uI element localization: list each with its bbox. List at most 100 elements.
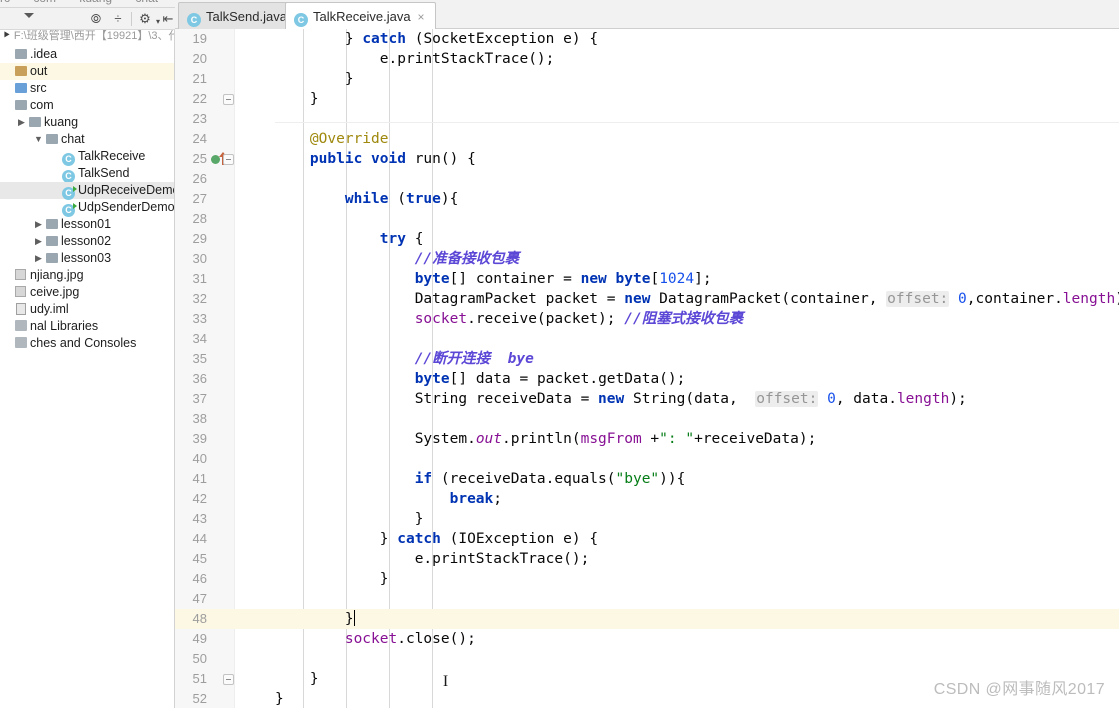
line-code: byte[] data = packet.getData(); bbox=[414, 371, 686, 387]
breadcrumb-item-kuang[interactable]: kuang bbox=[79, 0, 112, 5]
code-line[interactable]: 46 } bbox=[175, 569, 1119, 589]
code-line[interactable]: 20 e.printStackTrace(); bbox=[175, 49, 1119, 69]
code-line[interactable]: 28 bbox=[175, 209, 1119, 229]
line-code: if (receiveData.equals("bye")){ bbox=[414, 471, 686, 487]
chevron-down-icon[interactable]: ▼ bbox=[33, 131, 44, 148]
line-code: break; bbox=[449, 491, 502, 507]
tree-item-label: out bbox=[30, 64, 48, 79]
code-line[interactable]: 22 } bbox=[175, 89, 1119, 109]
code-line[interactable]: 36 byte[] data = packet.getData(); bbox=[175, 369, 1119, 389]
code-line[interactable]: 39 System.out.println(msgFrom +": "+rece… bbox=[175, 429, 1119, 449]
line-number: 24 bbox=[192, 131, 207, 146]
tree-item-talksend[interactable]: C TalkSend bbox=[0, 165, 174, 184]
chevron-right-icon[interactable]: ▶ bbox=[33, 250, 44, 267]
code-line[interactable]: 25 public void run() { bbox=[175, 149, 1119, 169]
chevron-right-icon[interactable]: ▶ bbox=[16, 114, 27, 131]
code-line[interactable]: 37 String receiveData = new String(data,… bbox=[175, 389, 1119, 409]
tab-talkreceive-java[interactable]: C TalkReceive.java × bbox=[285, 2, 436, 29]
close-icon[interactable]: × bbox=[418, 4, 425, 31]
tree-item-nal-libraries[interactable]: nal Libraries bbox=[0, 318, 174, 335]
line-code: byte[] container = new byte[1024]; bbox=[414, 271, 712, 287]
tree-item-lesson03[interactable]: ▶ lesson03 bbox=[0, 250, 174, 267]
tree-item-njiang-jpg[interactable]: njiang.jpg bbox=[0, 267, 174, 284]
breadcrumb-item-chat[interactable]: chat bbox=[135, 0, 158, 5]
code-line[interactable]: 30 //准备接收包裹 bbox=[175, 249, 1119, 269]
code-line[interactable]: 45 e.printStackTrace(); bbox=[175, 549, 1119, 569]
tree-item-lesson01[interactable]: ▶ lesson01 bbox=[0, 216, 174, 233]
code-line[interactable]: 31 byte[] container = new byte[1024]; bbox=[175, 269, 1119, 289]
code-line[interactable]: 44 } catch (IOException e) { bbox=[175, 529, 1119, 549]
circle-cross-icon[interactable]: ⦾ bbox=[88, 11, 104, 27]
tree-item-udy-iml[interactable]: udy.iml bbox=[0, 301, 174, 318]
code-line[interactable]: 29 try { bbox=[175, 229, 1119, 249]
tree-item-out[interactable]: out bbox=[0, 63, 174, 80]
tree-item-label: udy.iml bbox=[30, 302, 69, 317]
project-root-path-label: F:\班级管理\西开【19921】\3、代码 bbox=[13, 30, 175, 42]
chevron-down-icon[interactable] bbox=[24, 13, 34, 18]
code-lines[interactable]: 19 } catch (SocketException e) {20 e.pri… bbox=[175, 29, 1119, 708]
library-icon bbox=[14, 320, 27, 332]
code-line[interactable]: 40 bbox=[175, 449, 1119, 469]
tree-item-kuang[interactable]: ▶ kuang bbox=[0, 114, 174, 131]
tree-item-label: lesson03 bbox=[61, 251, 112, 266]
tree-item-label: .idea bbox=[30, 47, 58, 62]
tree-item-label: chat bbox=[61, 132, 85, 147]
tree-item-ches-and-consoles[interactable]: ches and Consoles bbox=[0, 335, 174, 352]
tree-item-src[interactable]: src bbox=[0, 80, 174, 97]
line-code: System.out.println(msgFrom +": "+receive… bbox=[414, 431, 817, 447]
code-line[interactable]: 34 bbox=[175, 329, 1119, 349]
tree-item-ceive-jpg[interactable]: ceive.jpg bbox=[0, 284, 174, 301]
tree-item-com[interactable]: com bbox=[0, 97, 174, 114]
line-number: 19 bbox=[192, 31, 207, 46]
fold-collapse-icon[interactable] bbox=[223, 154, 234, 165]
divide-icon[interactable]: ÷ bbox=[110, 11, 126, 27]
code-line[interactable]: 26 bbox=[175, 169, 1119, 189]
project-root-path[interactable]: ⯈ F:\班级管理\西开【19921】\3、代码 bbox=[0, 30, 175, 45]
line-code: } bbox=[344, 610, 355, 627]
tree-item-label: UdpSenderDemo01 bbox=[78, 200, 175, 215]
chevron-right-icon[interactable]: ▶ bbox=[33, 216, 44, 233]
hide-panel-icon[interactable]: ⇤ bbox=[160, 11, 176, 27]
breadcrumb-item-com[interactable]: com bbox=[33, 0, 56, 5]
code-line[interactable]: 41 if (receiveData.equals("bye")){ bbox=[175, 469, 1119, 489]
fold-collapse-icon[interactable] bbox=[223, 94, 234, 105]
code-line[interactable]: 33 socket.receive(packet); //阻塞式接收包裹 bbox=[175, 309, 1119, 329]
code-line[interactable]: 42 break; bbox=[175, 489, 1119, 509]
line-number: 30 bbox=[192, 251, 207, 266]
override-method-icon[interactable] bbox=[211, 155, 220, 164]
code-line[interactable]: 48 } bbox=[175, 609, 1119, 629]
fold-collapse-icon[interactable] bbox=[223, 674, 234, 685]
line-code: e.printStackTrace(); bbox=[379, 51, 555, 67]
line-code: } bbox=[379, 571, 389, 587]
tree-item-idea[interactable]: .idea bbox=[0, 46, 174, 63]
code-editor[interactable]: 19 } catch (SocketException e) {20 e.pri… bbox=[175, 29, 1119, 708]
tree-item-udpreceivedemo01[interactable]: CUdpReceiveDemo01 bbox=[0, 182, 174, 201]
line-number: 20 bbox=[192, 51, 207, 66]
code-line[interactable]: 32 DatagramPacket packet = new DatagramP… bbox=[175, 289, 1119, 309]
tree-item-lesson02[interactable]: ▶ lesson02 bbox=[0, 233, 174, 250]
line-number: 23 bbox=[192, 111, 207, 126]
code-line[interactable]: 49 socket.close(); bbox=[175, 629, 1119, 649]
line-code: String receiveData = new String(data, of… bbox=[414, 391, 967, 407]
code-line[interactable]: 47 bbox=[175, 589, 1119, 609]
code-line[interactable]: 50 bbox=[175, 649, 1119, 669]
line-code: } catch (SocketException e) { bbox=[344, 31, 599, 47]
tab-label: TalkSend.java bbox=[206, 9, 287, 24]
tree-item-talkreceive[interactable]: C TalkReceive bbox=[0, 148, 174, 167]
breadcrumb-item-src[interactable]: src bbox=[0, 0, 10, 5]
code-line[interactable]: 19 } catch (SocketException e) { bbox=[175, 29, 1119, 49]
line-code: @Override bbox=[309, 131, 389, 147]
code-line[interactable]: 24 @Override bbox=[175, 129, 1119, 149]
line-number: 38 bbox=[192, 411, 207, 426]
project-tree-pane[interactable]: .idea out src com ▶ kuang ▼ chat C TalkReceive C Ta… bbox=[0, 30, 175, 708]
code-line[interactable]: 43 } bbox=[175, 509, 1119, 529]
code-line[interactable]: 23 bbox=[175, 109, 1119, 129]
breadcrumb: src com kuang chat bbox=[0, 0, 175, 5]
code-line[interactable]: 35 //断开连接 bye bbox=[175, 349, 1119, 369]
code-line[interactable]: 27 while (true){ bbox=[175, 189, 1119, 209]
chevron-right-icon[interactable]: ▶ bbox=[33, 233, 44, 250]
code-line[interactable]: 38 bbox=[175, 409, 1119, 429]
code-line[interactable]: 21 } bbox=[175, 69, 1119, 89]
tree-item-udpsenderdemo01[interactable]: CUdpSenderDemo01 bbox=[0, 199, 175, 218]
tree-item-chat[interactable]: ▼ chat bbox=[0, 131, 174, 148]
